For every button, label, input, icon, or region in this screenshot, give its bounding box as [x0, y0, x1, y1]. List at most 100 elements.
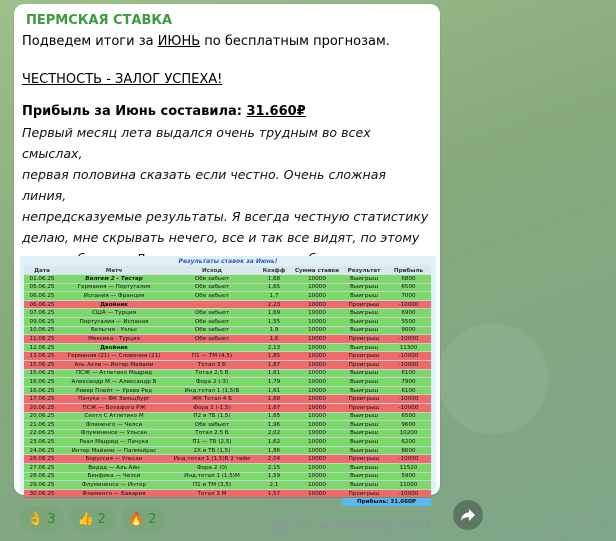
outcome-cell: П1 — ТМ (4,5) — [168, 351, 256, 361]
date-cell: 30.06.25 — [24, 489, 60, 499]
outcome-cell — [168, 300, 256, 310]
odds-cell: 1,9 — [256, 326, 292, 336]
match-cell: Мексика - Турция — [60, 334, 168, 344]
total-profit-cell: Прибыль: 31.660Р — [342, 497, 431, 507]
odds-cell: 1,96 — [256, 420, 292, 430]
odds-cell: 2,15 — [256, 463, 292, 473]
odds-cell: 1,68 — [256, 275, 292, 284]
table-row: 01.06.25 Вилгем 2 - Тестар Обе забьют 1,68 1… — [24, 275, 431, 284]
match-cell: ПСЖ — Атлетико Мадрид — [60, 369, 168, 379]
outcome-cell: Тотал 2,5 Б — [168, 429, 256, 439]
stake-cell: 10000 — [292, 351, 342, 361]
profit-cell: -10000 — [386, 300, 431, 310]
profit-cell: 6500 — [386, 283, 431, 293]
outcome-cell: Инд.тотал 1 (1,5)М — [168, 472, 256, 482]
profit-cell: 11520 — [386, 463, 431, 473]
result-cell: Выигрыш — [342, 446, 386, 456]
profit-cell: 9000 — [386, 326, 431, 336]
date-cell: 21.06.25 — [24, 420, 60, 430]
stake-cell: 10000 — [292, 403, 342, 413]
profit-cell: 7000 — [386, 291, 431, 301]
stake-cell: 10000 — [292, 343, 342, 353]
table-row: 20.06.25 Сиэтл С Атлетико М П2 и ТБ (1,5) 1… — [24, 412, 431, 422]
stake-cell: 10000 — [292, 437, 342, 447]
outcome-cell: П2 и ТБ (1,5) — [168, 412, 256, 422]
outcome-cell: Обе забьют — [168, 334, 256, 344]
odds-cell: 1,6 — [256, 334, 292, 344]
stake-cell: 10000 — [292, 291, 342, 301]
table-row: 26.06.25 Боруссия — Ульсан Инд.тотал 1 (1,… — [24, 454, 431, 465]
result-cell: Выигрыш — [342, 343, 386, 353]
date-cell: 29.06.25 — [24, 480, 60, 490]
match-cell: Германия (21) — Словения (21) — [60, 351, 168, 361]
date-cell: 22.06.25 — [24, 429, 60, 439]
table-row: 30.06.25 Фламенго — Бавария Тотал 3 М 1,57 1… — [24, 489, 431, 499]
table-row: 15.06.25 Аль Ахли — Интер Майами Тотал 3 Б… — [24, 360, 431, 370]
result-cell: Выигрыш — [342, 386, 386, 396]
results-table: Дата Матч Исход Коэфф Сумма ставки Результат П… — [24, 266, 431, 507]
stake-cell: 10000 — [292, 386, 342, 396]
table-header-cell: Прибыль — [386, 266, 431, 275]
reaction-ok[interactable]: 👌 3 — [20, 506, 65, 532]
stake-cell: 10000 — [292, 283, 342, 293]
stake-cell: 10000 — [292, 463, 342, 473]
outcome-cell: П1 — ТБ (2,5) — [168, 437, 256, 447]
match-cell: Фламенго — Бавария — [60, 489, 168, 499]
table-row: 23.06.25 Реал Мадрид — Пачука П1 — ТБ (2,5… — [24, 437, 431, 447]
profit-cell: -10000 — [386, 334, 431, 344]
fire-icon: 🔥 — [127, 511, 145, 527]
odds-cell: 1,87 — [256, 360, 292, 370]
summary-text-c: по бесплатным прогнозам. — [200, 34, 390, 49]
stake-cell: 10000 — [292, 369, 342, 379]
ok-hand-icon: 👌 — [27, 511, 44, 527]
table-row: 06.06.25 Испания — Франция Обе забьют 1,7 10… — [24, 291, 431, 301]
profit-cell: -10000 — [386, 394, 431, 404]
date-cell: 20.06.25 — [24, 412, 60, 422]
match-cell: Александр М — Александр Б — [60, 377, 168, 387]
odds-cell: 1,65 — [256, 283, 292, 293]
result-cell: Выигрыш — [342, 283, 386, 293]
match-cell: Вилгем 2 - Тестар — [60, 275, 168, 284]
table-row: 16.06.25 Ривер Плейт — Урава Ред Инд.тотал… — [24, 386, 431, 396]
result-cell: Выигрыш — [342, 308, 386, 318]
result-cell: Выигрыш — [342, 326, 386, 336]
summary-text-a: Подведем итоги за — [22, 34, 158, 49]
reaction-fire[interactable]: 🔥 2 — [120, 506, 166, 532]
reaction-thumbs-up[interactable]: 👍 2 — [70, 506, 115, 532]
match-cell: Бенфика — Челси — [60, 472, 168, 482]
stake-cell: 10000 — [292, 326, 342, 336]
results-table-image[interactable]: Результаты ставок за Июнь! Дата Матч Исход… — [20, 256, 436, 507]
profit-cell: 6500 — [386, 412, 431, 422]
odds-cell: 2,23 — [256, 300, 292, 310]
stake-cell: 10000 — [292, 360, 342, 370]
odds-cell: 2,02 — [256, 429, 292, 439]
eye-icon — [273, 520, 290, 532]
channel-name[interactable]: ПЕРМСКАЯ СТАВКА — [26, 13, 172, 28]
reactions-bar: 👌 3 👍 2 🔥 2 — [20, 506, 166, 532]
profit-cell: 11000 — [386, 480, 431, 490]
summary-line: Подведем итоги за ИЮНЬ по бесплатным про… — [22, 34, 390, 49]
table-row: 24.06.25 Интер Майами — Палмейрас 2Х и ТБ … — [24, 446, 431, 456]
share-button[interactable] — [453, 500, 483, 530]
result-cell: Выигрыш — [342, 412, 386, 422]
stake-cell: 10000 — [292, 420, 342, 430]
message-bubble: ПЕРМСКАЯ СТАВКА Подведем итоги за ИЮНЬ п… — [14, 4, 440, 533]
match-cell: Сиэтл С Атлетико М — [60, 412, 168, 422]
odds-cell: 1,68 — [256, 394, 292, 404]
match-cell: Видад — Аль Айн — [60, 463, 168, 473]
stake-cell: 10000 — [292, 394, 342, 404]
table-row: 07.06.25 США — Турция Обе забьют 1,69 10000 В… — [24, 308, 431, 318]
odds-cell: 1,7 — [256, 291, 292, 301]
outcome-cell: Инд.тотал 1 (1,5)Б 2 тайм — [168, 454, 256, 465]
match-cell: Фламенго — Челси — [60, 420, 168, 430]
profit-cell: 6100 — [386, 369, 431, 379]
odds-cell: 1,59 — [256, 472, 292, 482]
outcome-cell: ЖК Тотал 4 Б — [168, 394, 256, 404]
date-cell: 15.06.25 — [24, 369, 60, 379]
result-cell: Выигрыш — [342, 463, 386, 473]
empty-cell — [24, 498, 60, 506]
stake-cell: 10000 — [292, 446, 342, 456]
match-cell: Ривер Плейт — Урава Ред — [60, 386, 168, 396]
table-row: 11.06.25 Мексика - Турция Обе забьют 1,6 100… — [24, 334, 431, 344]
reaction-count: 2 — [148, 511, 157, 527]
